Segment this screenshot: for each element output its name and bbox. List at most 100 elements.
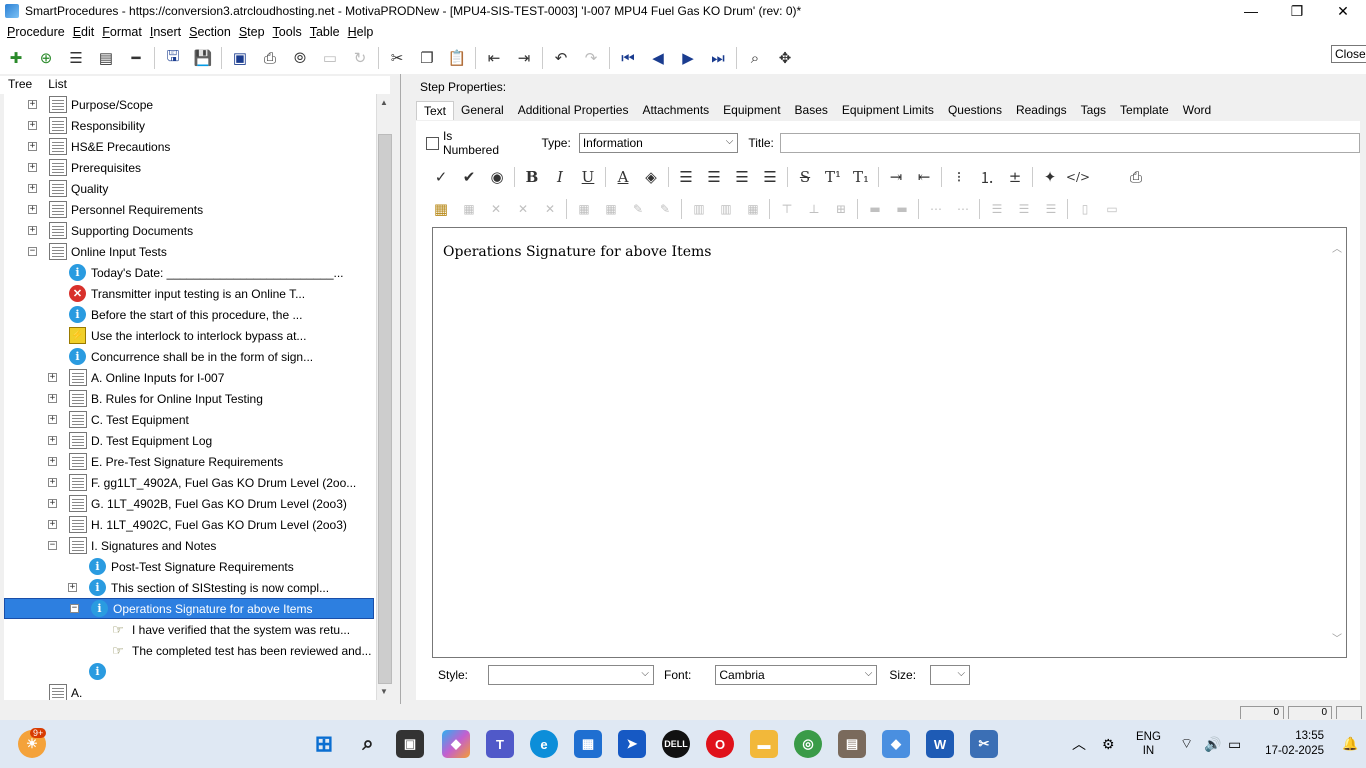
chevron-up-icon[interactable]: ︿ bbox=[1072, 720, 1086, 768]
expand-icon[interactable]: + bbox=[28, 163, 37, 172]
expand-icon[interactable]: + bbox=[28, 100, 37, 109]
tree-node[interactable]: + H. 1LT_4902C, Fuel Gas KO Drum Level (2… bbox=[48, 514, 347, 535]
form-icon[interactable]: ▭ bbox=[318, 46, 342, 70]
numbered-list-icon[interactable]: ⒈ bbox=[976, 166, 998, 188]
delete-cell-icon[interactable]: ✕ bbox=[539, 198, 561, 220]
minimize-button[interactable]: — bbox=[1228, 0, 1274, 22]
column-width-icon[interactable]: ▬ bbox=[891, 198, 913, 220]
tab-template[interactable]: Template bbox=[1113, 103, 1176, 117]
expand-icon[interactable]: + bbox=[28, 226, 37, 235]
snipping-tool-icon[interactable]: ✂ bbox=[970, 730, 998, 758]
tree-node[interactable]: − Online Input Tests bbox=[28, 241, 167, 262]
tree-node[interactable]: ⚡ Use the interlock to interlock bypass a… bbox=[48, 325, 306, 346]
expand-icon[interactable]: + bbox=[48, 436, 57, 445]
text-box-icon[interactable]: ▯ bbox=[1074, 198, 1096, 220]
tree-node[interactable]: i Before the start of this procedure, the… bbox=[48, 304, 302, 325]
tree-node[interactable]: i Post-Test Signature Requirements bbox=[68, 556, 294, 577]
copy-icon[interactable]: ❐ bbox=[415, 46, 439, 70]
delete-table-icon[interactable]: ▦ bbox=[458, 198, 480, 220]
tree-node[interactable]: ✕ Transmitter input testing is an Online … bbox=[48, 283, 305, 304]
print-preview-icon[interactable]: ⎙ bbox=[1125, 166, 1147, 188]
valign-bottom-icon[interactable]: ☰ bbox=[1040, 198, 1062, 220]
tab-readings[interactable]: Readings bbox=[1009, 103, 1074, 117]
tree-node[interactable]: + Purpose/Scope bbox=[28, 94, 153, 115]
volume-icon[interactable]: 🔊 bbox=[1204, 720, 1221, 768]
justify-icon[interactable]: ☰ bbox=[759, 166, 781, 188]
task-view-icon[interactable]: ▣ bbox=[396, 730, 424, 758]
binoculars-icon[interactable]: ⌕ bbox=[743, 46, 767, 70]
align-right-icon[interactable]: ☰ bbox=[731, 166, 753, 188]
scroll-down-icon[interactable]: ▼ bbox=[380, 687, 388, 696]
expand-icon[interactable]: + bbox=[48, 394, 57, 403]
horizontal-rule-icon[interactable]: ± bbox=[1004, 166, 1026, 188]
previous-icon[interactable]: ◀ bbox=[646, 46, 670, 70]
spellcheck-as-you-type-icon[interactable]: ✔ bbox=[458, 166, 480, 188]
power-automate-icon[interactable]: ➤ bbox=[618, 730, 646, 758]
bullet-list-icon[interactable]: ⁝ bbox=[948, 166, 970, 188]
menu-step[interactable]: Step bbox=[235, 25, 269, 39]
tab-equipment[interactable]: Equipment bbox=[716, 103, 787, 117]
expand-icon[interactable]: + bbox=[28, 205, 37, 214]
move-icon[interactable]: ✥ bbox=[773, 46, 797, 70]
row-height-icon[interactable]: ▬ bbox=[864, 198, 886, 220]
pane-splitter[interactable] bbox=[400, 74, 406, 704]
next-icon[interactable]: ▶ bbox=[676, 46, 700, 70]
redo-action-icon[interactable]: ↻ bbox=[348, 46, 372, 70]
tab-tags[interactable]: Tags bbox=[1074, 103, 1113, 117]
select-row-icon[interactable]: ⋯ bbox=[925, 198, 947, 220]
font-select[interactable]: Cambria ⌵ bbox=[715, 665, 878, 685]
tree-node[interactable]: + D. Test Equipment Log bbox=[48, 430, 212, 451]
align-center-icon[interactable]: ☰ bbox=[703, 166, 725, 188]
title-input[interactable] bbox=[779, 133, 1360, 153]
valign-top-icon[interactable]: ☰ bbox=[986, 198, 1008, 220]
decrease-indent-icon[interactable]: ⇤ bbox=[913, 166, 935, 188]
teams-icon[interactable]: T bbox=[486, 730, 514, 758]
delete-icon[interactable]: ━ bbox=[124, 46, 148, 70]
tree-node[interactable]: + A. Online Inputs for I-007 bbox=[48, 367, 224, 388]
expand-icon[interactable]: + bbox=[48, 457, 57, 466]
subscript-icon[interactable]: T₁ bbox=[850, 166, 872, 188]
size-select[interactable]: ⌵ bbox=[930, 665, 971, 685]
tree-node[interactable]: i Concurrence shall be in the form of sig… bbox=[48, 346, 313, 367]
merge-cells-icon[interactable]: ▦ bbox=[742, 198, 764, 220]
add-icon[interactable]: ✚ bbox=[4, 46, 28, 70]
menu-help[interactable]: Help bbox=[344, 25, 378, 39]
menu-tools[interactable]: Tools bbox=[269, 25, 306, 39]
tab-general[interactable]: General bbox=[454, 103, 511, 117]
maximize-button[interactable]: ❐ bbox=[1274, 0, 1320, 22]
magic-wand-icon[interactable]: ✦ bbox=[1039, 166, 1061, 188]
export-icon[interactable]: ▣ bbox=[228, 46, 252, 70]
tree-node[interactable]: A. bbox=[28, 682, 82, 700]
tree-node[interactable]: + F. gg1LT_4902A, Fuel Gas KO Drum Level … bbox=[48, 472, 356, 493]
last-icon[interactable]: ⏭ bbox=[706, 46, 730, 70]
italic-icon[interactable]: I bbox=[549, 166, 571, 188]
tab-attachments[interactable]: Attachments bbox=[635, 103, 716, 117]
tab-list[interactable]: List bbox=[40, 76, 75, 94]
network-status-icon[interactable]: ⚙ bbox=[1102, 720, 1115, 768]
tree-node-selected[interactable]: − i Operations Signature for above Items bbox=[4, 598, 374, 619]
html-source-icon[interactable]: </> bbox=[1066, 166, 1090, 188]
outdent-icon[interactable]: ⇤ bbox=[482, 46, 506, 70]
notifications-icon[interactable]: 🔔 bbox=[1342, 720, 1358, 768]
menu-format[interactable]: Format bbox=[98, 25, 146, 39]
align-left-icon[interactable]: ☰ bbox=[675, 166, 697, 188]
search-icon[interactable]: ⌕ bbox=[354, 730, 382, 758]
scroll-up-icon[interactable]: ▲ bbox=[380, 98, 388, 107]
expand-icon[interactable]: + bbox=[28, 184, 37, 193]
editor-scroll-up-icon[interactable]: ︿ bbox=[1332, 240, 1342, 255]
opera-icon[interactable]: O bbox=[706, 730, 734, 758]
insert-row-below-icon[interactable]: ⊥ bbox=[803, 198, 825, 220]
save-all-icon[interactable]: 🖫 bbox=[161, 46, 185, 70]
tree-node[interactable]: − I. Signatures and Notes bbox=[48, 535, 216, 556]
insert-column-right-icon[interactable]: ▥ bbox=[715, 198, 737, 220]
expand-icon[interactable]: + bbox=[48, 373, 57, 382]
language-indicator[interactable]: ENG IN bbox=[1136, 720, 1161, 768]
tree-node[interactable]: + Supporting Documents bbox=[28, 220, 193, 241]
tab-word[interactable]: Word bbox=[1176, 103, 1218, 117]
print-icon[interactable]: ⎙ bbox=[258, 46, 282, 70]
tree-node[interactable]: i bbox=[68, 661, 111, 682]
field-icon[interactable]: ▭ bbox=[1101, 198, 1123, 220]
expand-icon[interactable]: + bbox=[28, 142, 37, 151]
list-properties-icon[interactable]: ▤ bbox=[94, 46, 118, 70]
strikethrough-icon[interactable]: S bbox=[794, 166, 816, 188]
